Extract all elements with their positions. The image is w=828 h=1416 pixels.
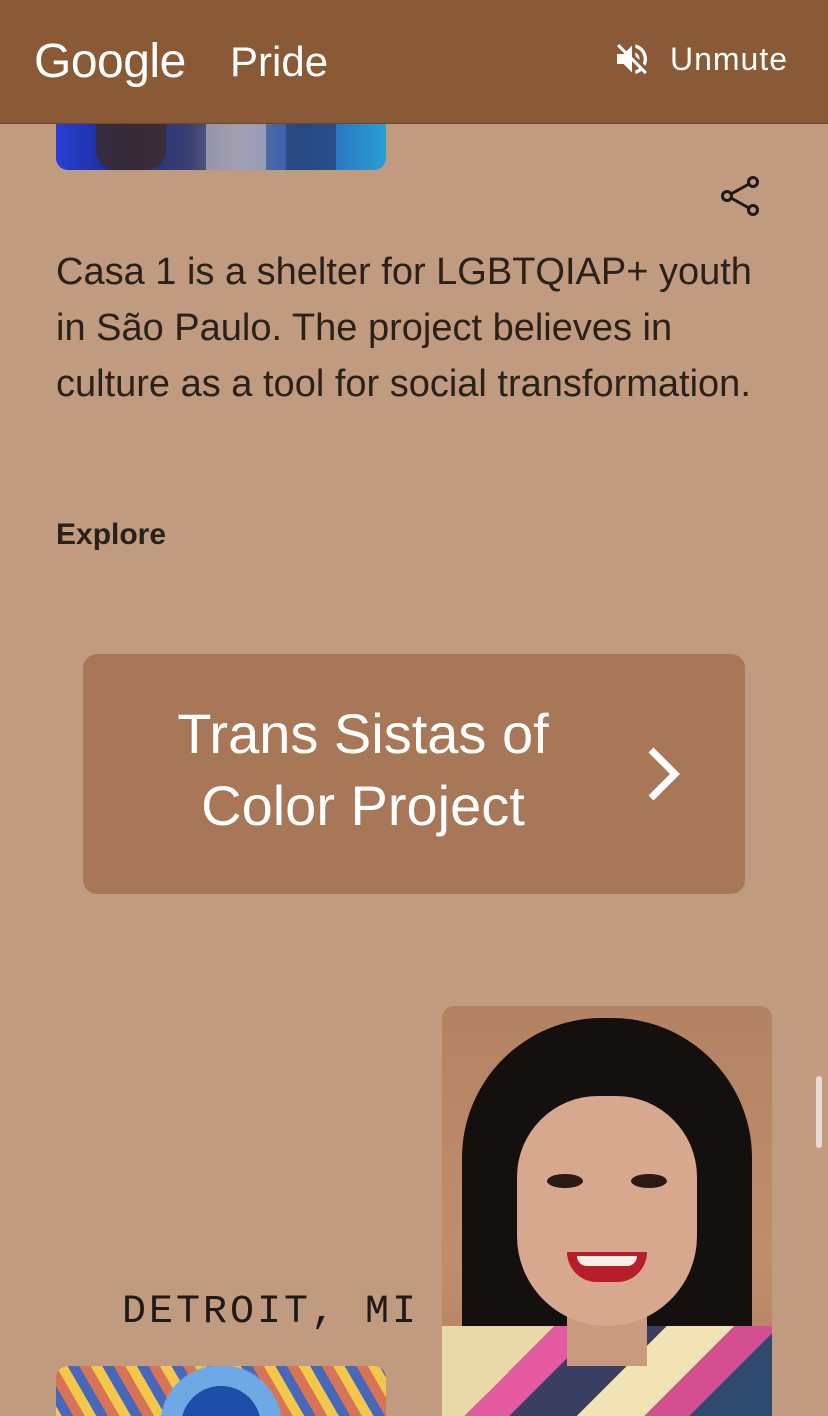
volume-off-icon xyxy=(612,39,652,79)
page: Google Pride Unmute Casa 1 is a shelter … xyxy=(0,0,828,1416)
next-story-card[interactable]: Trans Sistas of Color Project xyxy=(83,654,745,894)
scrollbar[interactable] xyxy=(816,1076,822,1148)
google-logo[interactable]: Google xyxy=(34,34,186,89)
top-bar: Google Pride Unmute xyxy=(0,0,828,124)
section-title[interactable]: Pride xyxy=(230,38,328,86)
share-icon xyxy=(718,174,762,218)
location-label: DETROIT, MI xyxy=(122,1290,420,1335)
next-story-title: Trans Sistas of Color Project xyxy=(177,702,549,837)
unmute-button[interactable]: Unmute xyxy=(612,36,788,82)
chevron-right-icon xyxy=(641,744,687,804)
featured-image-bottom[interactable] xyxy=(56,1366,386,1416)
explore-link[interactable]: Explore xyxy=(56,518,166,552)
share-button[interactable] xyxy=(718,174,762,218)
unmute-label: Unmute xyxy=(669,40,788,77)
profile-photo[interactable] xyxy=(442,1006,772,1416)
story-description: Casa 1 is a shelter for LGBTQIAP+ youth … xyxy=(56,251,752,405)
